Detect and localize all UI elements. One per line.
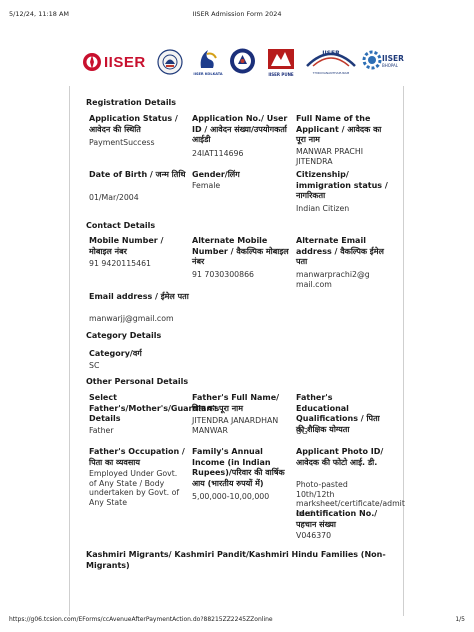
circular-seal-icon	[230, 48, 255, 74]
section-contact-title: Contact Details	[86, 221, 156, 230]
mobile-value: 91 9420115461	[89, 259, 152, 268]
pune-caption: IISER PUNE	[268, 72, 294, 77]
citizenship-value: Indian Citizen	[296, 204, 350, 213]
iiser-kolkata-logo: IISER KOLKATA	[193, 46, 223, 80]
id-no-label: Identification No./पहचान संख्या	[296, 509, 378, 529]
section-registration-title: Registration Details	[86, 98, 177, 107]
email-label: Email address / ईमेल पता	[89, 292, 189, 301]
iiser-logo-text: IISER	[104, 54, 146, 71]
category-label: Category/वर्ग	[89, 349, 142, 358]
app-no-value: 24IAT114696	[192, 149, 244, 158]
iiser-bhopal-logo: IISER BHOPAL	[362, 46, 404, 80]
kolkata-caption: IISER KOLKATA	[193, 72, 223, 76]
print-header: 5/12/24, 11:18 AM IISER Admission Form 2…	[0, 0, 474, 22]
family-income-label: Family's Annual Income (in Indian Rupees…	[192, 447, 285, 488]
pune-icon	[268, 49, 294, 69]
print-page-number: 1/5	[455, 616, 465, 623]
father-occ-value: Employed Under Govt. of Any State / Body…	[89, 469, 180, 507]
kolkata-swirl-icon	[200, 50, 217, 68]
iiser-tvm-logo: IISER THIRUVANANTHAPURAM	[303, 46, 359, 80]
mobile-label: Mobile Number / मोबाइल नंबर	[89, 236, 164, 256]
tvm-sub-text: THIRUVANANTHAPURAM	[312, 71, 350, 75]
kashmiri-label: Kashmiri Migrants/ Kashmiri Pandit/Kashm…	[86, 550, 386, 570]
app-no-label: Application No./ User ID / आवेदन संख्या/…	[192, 114, 288, 144]
citizenship-label: Citizenship/ immigration status / नागरिक…	[296, 170, 388, 200]
alt-email-value: manwarprachi2@gmail.com	[296, 270, 370, 289]
dob-label: Date of Birth / जन्म तिथि	[89, 170, 186, 179]
full-name-label: Full Name of the Applicant / आवेदक का पू…	[296, 114, 382, 144]
section-category-title: Category Details	[86, 331, 162, 340]
bhopal-gear-icon	[362, 50, 382, 70]
logo-strip: IISER IISER KOLKATA IISER PUNE IISER THI…	[0, 40, 474, 86]
category-value: SC	[89, 361, 100, 370]
select-parent-value: Father	[89, 426, 114, 435]
email-value: manwarjj@gmail.com	[89, 314, 174, 323]
father-occ-label: Father's Occupation / पिता का व्यवसाय	[89, 447, 185, 467]
gender-label: Gender/लिंग	[192, 170, 240, 179]
id-no-value: V046370	[296, 531, 332, 540]
father-name-label: Father's Full Name/ पिता का पूरा नाम	[192, 393, 280, 413]
alt-email-label: Alternate Email address / वैकल्पिक ईमेल …	[296, 236, 384, 266]
section-other-title: Other Personal Details	[86, 377, 189, 386]
bhopal-sub-text: BHOPAL	[382, 63, 399, 68]
father-name-value: JITENDRA JANARDHAN MANWAR	[192, 416, 279, 435]
iiser-pune-logo: IISER PUNE	[265, 46, 297, 80]
full-name-value: MANWAR PRACHI JITENDRA	[296, 147, 364, 166]
family-income-value: 5,00,000-10,00,000	[192, 492, 270, 501]
alt-mobile-value: 91 7030300866	[192, 270, 255, 279]
gender-value: Female	[192, 181, 221, 190]
alt-mobile-label: Alternate Mobile Number / वैकल्पिक मोबाइ…	[192, 236, 289, 266]
iiser-logo: IISER	[82, 51, 147, 73]
print-footer: https://g06.tcsion.com/EForms/ccAvenueAf…	[0, 616, 474, 630]
emblem-icon	[157, 49, 183, 75]
app-status-label: Application Status / आवेदन की स्थिति	[89, 114, 178, 134]
tvm-main-text: IISER	[322, 50, 340, 57]
emblem-logo-2	[229, 47, 256, 75]
print-title: IISER Admission Form 2024	[192, 10, 282, 18]
print-url: https://g06.tcsion.com/EForms/ccAvenueAf…	[9, 616, 273, 623]
emblem-logo-1	[157, 49, 183, 75]
app-status-value: PaymentSuccess	[89, 138, 155, 147]
dob-value: 01/Mar/2004	[89, 193, 139, 202]
select-parent-label: Select Father's/Mother's/Guardian's Deta…	[89, 393, 220, 423]
father-edu-value: UG	[296, 427, 308, 436]
bhopal-main-text: IISER	[382, 54, 404, 63]
photo-id-label: Applicant Photo ID/ आवेदक की फोटो आई. डी…	[296, 447, 384, 467]
